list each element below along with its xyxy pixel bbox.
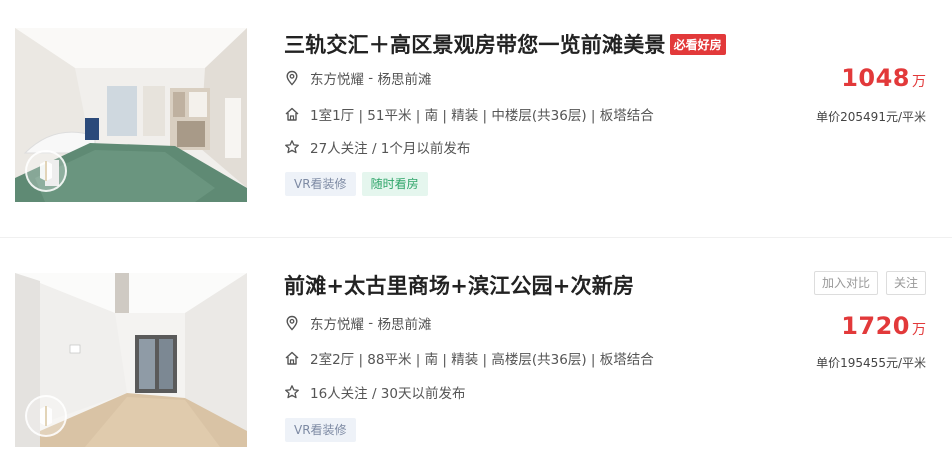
- follow-info: 16人关注 / 30天以前发布: [310, 386, 466, 402]
- location-row: 东方悦耀 - 杨思前滩: [284, 313, 431, 333]
- total-price: 1048 万: [841, 64, 926, 92]
- unit-price: 单价195455元/平米: [816, 356, 926, 370]
- total-price: 1720 万: [841, 312, 926, 340]
- house-info-row: 2室2厅 | 88平米 | 南 | 精装 | 高楼层(共36层) | 板塔结合: [284, 348, 654, 368]
- location-separator: -: [364, 315, 378, 331]
- listing-title[interactable]: 前滩+太古里商场+滨江公园+次新房: [284, 270, 634, 300]
- location-pin-icon: [286, 315, 298, 331]
- vr-play-icon[interactable]: [25, 150, 67, 192]
- vr-tag: VR看装修: [285, 418, 356, 442]
- total-price-value: 1720: [841, 312, 910, 340]
- tag-list: VR看装修 随时看房: [285, 172, 428, 196]
- location-row: 东方悦耀 - 杨思前滩: [284, 68, 431, 88]
- star-icon: [285, 385, 299, 399]
- anytime-visit-tag: 随时看房: [361, 172, 428, 196]
- add-to-compare-button[interactable]: 加入对比: [813, 271, 878, 295]
- location-separator: -: [364, 70, 378, 86]
- star-icon: [285, 140, 299, 154]
- location-pin-icon: [286, 70, 298, 86]
- vr-tag: VR看装修: [285, 172, 356, 196]
- listing-title-text[interactable]: 前滩+太古里商场+滨江公园+次新房: [284, 274, 634, 298]
- house-info: 2室2厅 | 88平米 | 南 | 精装 | 高楼层(共36层) | 板塔结合: [310, 352, 654, 368]
- follow-info: 27人关注 / 1个月以前发布: [310, 141, 471, 157]
- listing-photo[interactable]: [15, 273, 247, 447]
- must-see-badge: 必看好房: [669, 34, 726, 55]
- tag-list: VR看装修: [285, 418, 356, 442]
- listing-actions: 加入对比 关注: [813, 271, 926, 295]
- listing-card: 三轨交汇＋高区景观房带您一览前滩美景 必看好房 东方悦耀 - 杨思前滩 1室1厅 …: [0, 0, 952, 238]
- house-icon: [285, 351, 299, 365]
- listing-card: 前滩+太古里商场+滨江公园+次新房 加入对比 关注 东方悦耀 - 杨思前滩 2室…: [0, 238, 952, 474]
- follow-info-row: 16人关注 / 30天以前发布: [284, 382, 466, 402]
- price-unit: 万: [912, 322, 926, 338]
- area-link[interactable]: 杨思前滩: [377, 313, 431, 333]
- community-link[interactable]: 东方悦耀: [310, 68, 364, 88]
- vr-play-icon[interactable]: [25, 395, 67, 437]
- listing-title[interactable]: 三轨交汇＋高区景观房带您一览前滩美景 必看好房: [284, 29, 726, 59]
- community-link[interactable]: 东方悦耀: [310, 313, 364, 333]
- house-icon: [285, 107, 299, 121]
- follow-button[interactable]: 关注: [885, 271, 926, 295]
- follow-info-row: 27人关注 / 1个月以前发布: [284, 137, 470, 157]
- unit-price: 单价205491元/平米: [816, 110, 926, 124]
- total-price-value: 1048: [841, 64, 910, 92]
- house-info: 1室1厅 | 51平米 | 南 | 精装 | 中楼层(共36层) | 板塔结合: [310, 108, 654, 124]
- area-link[interactable]: 杨思前滩: [377, 68, 431, 88]
- house-info-row: 1室1厅 | 51平米 | 南 | 精装 | 中楼层(共36层) | 板塔结合: [284, 104, 654, 124]
- listing-title-text[interactable]: 三轨交汇＋高区景观房带您一览前滩美景: [284, 33, 666, 57]
- listing-photo[interactable]: [15, 28, 247, 202]
- price-unit: 万: [912, 74, 926, 90]
